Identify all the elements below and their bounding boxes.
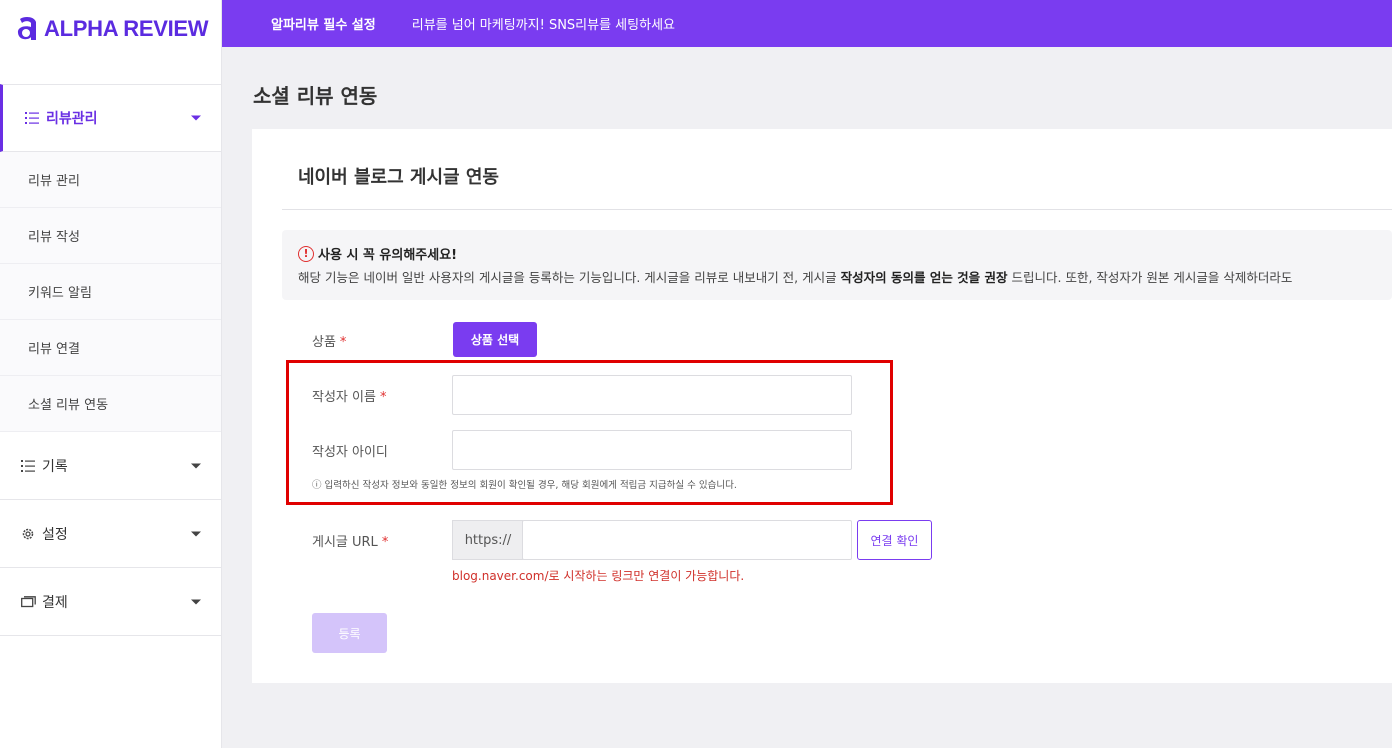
gear-icon <box>20 526 36 542</box>
product-label: 상품 * <box>312 331 346 350</box>
sidebar-section-label: 설정 <box>42 526 68 543</box>
sidebar-section-label: 결제 <box>42 594 68 611</box>
alert-icon: ! <box>298 245 314 262</box>
banner-message[interactable]: 리뷰를 넘어 마케팅까지! SNS리뷰를 세팅하세요 <box>412 14 675 33</box>
list-icon <box>24 110 40 126</box>
divider <box>282 209 1392 210</box>
sidebar-section-review-management[interactable]: 리뷰관리 <box>0 84 221 152</box>
register-button[interactable]: 등록 <box>312 613 387 653</box>
author-name-label-text: 작성자 이름 <box>312 390 376 405</box>
chevron-down-icon <box>191 115 201 121</box>
logo[interactable]: ALPHA REVIEW <box>0 0 221 58</box>
chevron-down-icon <box>191 599 201 604</box>
url-validation-message: blog.naver.com/로 시작하는 링크만 연결이 가능합니다. <box>452 569 745 583</box>
author-hint: ⓘ 입력하신 작성자 정보와 동일한 정보의 회원이 확인될 경우, 해당 회원… <box>312 480 737 491</box>
list-icon <box>20 458 36 474</box>
card-title: 네이버 블로그 게시글 연동 <box>298 167 499 188</box>
card-icon <box>20 594 36 610</box>
notice-body-text-end: 드립니다. 또한, 작성자가 원본 게시글을 삭제하더라도 <box>1007 270 1293 285</box>
required-mark: * <box>381 535 389 550</box>
content-card: 네이버 블로그 게시글 연동 ! 사용 시 꼭 유의해주세요! 해당 기능은 네… <box>252 129 1392 683</box>
sidebar-section-label: 기록 <box>42 458 68 475</box>
author-id-input[interactable] <box>452 430 852 470</box>
notice-body-text: 해당 기능은 네이버 일반 사용자의 게시글을 등록하는 기능입니다. 게시글을… <box>298 270 841 285</box>
page-title: 소셜 리뷰 연동 <box>253 84 378 108</box>
sidebar-nav: 리뷰관리 리뷰 관리 리뷰 작성 키워드 알림 리뷰 연결 소셜 리뷰 연동 기… <box>0 84 221 636</box>
sidebar-section-label: 리뷰관리 <box>46 111 98 127</box>
url-prefix: https:// <box>452 520 523 560</box>
sidebar: ALPHA REVIEW 리뷰관리 리뷰 관리 리뷰 작성 키워드 알림 리뷰 … <box>0 0 222 748</box>
sidebar-submenu: 리뷰 관리 리뷰 작성 키워드 알림 리뷰 연결 소셜 리뷰 연동 <box>0 152 221 432</box>
notice-body-bold: 작성자의 동의를 얻는 것을 권장 <box>840 270 1008 285</box>
required-mark: * <box>379 390 387 405</box>
sidebar-item-review-write[interactable]: 리뷰 작성 <box>0 208 221 264</box>
sidebar-item-social-review[interactable]: 소셜 리뷰 연동 <box>0 376 221 432</box>
notice-heading-text: 사용 시 꼭 유의해주세요! <box>318 248 458 263</box>
author-id-label: 작성자 아이디 <box>312 445 388 460</box>
notice-heading: ! 사용 시 꼭 유의해주세요! <box>298 244 1392 263</box>
sidebar-section-payment[interactable]: 결제 <box>0 568 221 636</box>
notice-box: ! 사용 시 꼭 유의해주세요! 해당 기능은 네이버 일반 사용자의 게시글을… <box>282 230 1392 300</box>
product-label-text: 상품 <box>312 335 336 350</box>
notice-body: 해당 기능은 네이버 일반 사용자의 게시글을 등록하는 기능입니다. 게시글을… <box>298 267 1392 286</box>
chevron-down-icon <box>191 463 201 468</box>
banner-title[interactable]: 알파리뷰 필수 설정 <box>271 14 376 33</box>
top-banner: 알파리뷰 필수 설정 리뷰를 넘어 마케팅까지! SNS리뷰를 세팅하세요 <box>222 0 1392 47</box>
brand-name: ALPHA REVIEW <box>44 16 209 41</box>
url-label-text: 게시글 URL <box>312 535 378 550</box>
author-name-input[interactable] <box>452 375 852 415</box>
url-label: 게시글 URL * <box>312 531 388 550</box>
author-name-label: 작성자 이름 * <box>312 386 386 405</box>
sidebar-section-settings[interactable]: 설정 <box>0 500 221 568</box>
sidebar-item-keyword-alert[interactable]: 키워드 알림 <box>0 264 221 320</box>
alpha-logo-icon <box>17 17 36 40</box>
sidebar-item-review-manage[interactable]: 리뷰 관리 <box>0 152 221 208</box>
check-connection-button[interactable]: 연결 확인 <box>857 520 932 560</box>
select-product-button[interactable]: 상품 선택 <box>453 322 537 357</box>
sidebar-section-records[interactable]: 기록 <box>0 432 221 500</box>
url-input[interactable] <box>522 520 852 560</box>
required-mark: * <box>339 335 347 350</box>
chevron-down-icon <box>191 531 201 536</box>
sidebar-item-review-link[interactable]: 리뷰 연결 <box>0 320 221 376</box>
